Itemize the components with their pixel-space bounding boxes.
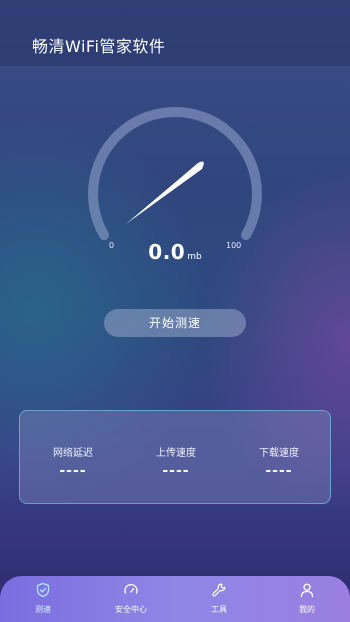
stat-value: ---- [59,463,87,479]
bottom-tab-bar: 测速 安全中心 工具 我的 [0,576,350,622]
tab-security-center[interactable]: 安全中心 [96,582,166,615]
stat-latency: 网络延迟 ---- [28,444,118,479]
shield-icon [36,582,50,598]
stat-label: 下载速度 [259,448,299,459]
stats-card: 网络延迟 ---- 上传速度 ---- 下载速度 ---- [19,410,331,504]
tab-label: 工具 [211,605,227,614]
user-icon [300,583,314,598]
stat-value: ---- [265,463,293,479]
tab-label: 我的 [299,605,315,614]
app-title: 畅清WiFi管家软件 [32,37,166,56]
wrench-icon [212,583,226,597]
start-test-button[interactable]: 开始测速 [104,309,246,337]
speed-value: 0.0 [148,240,186,264]
speedometer-icon [124,583,138,594]
tab-label: 安全中心 [115,605,147,614]
tab-mine[interactable]: 我的 [272,582,342,615]
stat-download: 下载速度 ---- [234,444,324,479]
speed-unit: mb [187,252,202,262]
gauge-track [88,106,262,240]
speed-readout: 0.0 mb [0,240,350,264]
stat-upload: 上传速度 ---- [131,444,221,479]
app-header: 畅清WiFi管家软件 [0,0,350,66]
tab-speed-test[interactable]: 测速 [8,582,78,615]
tab-label: 测速 [35,605,51,614]
tab-tools[interactable]: 工具 [184,582,254,615]
stat-label: 上传速度 [156,448,196,459]
gauge-needle [126,161,204,224]
stat-label: 网络延迟 [53,448,93,459]
stat-value: ---- [162,463,190,479]
